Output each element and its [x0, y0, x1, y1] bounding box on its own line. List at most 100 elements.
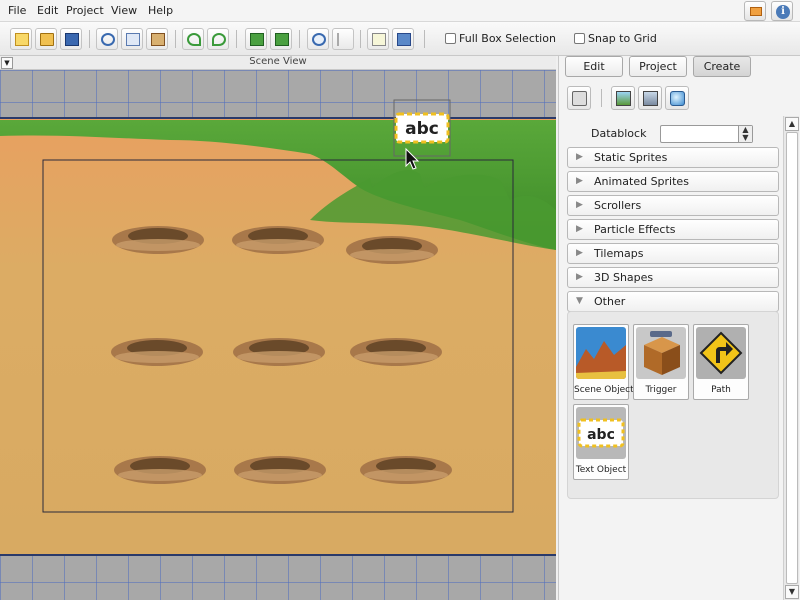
- scissors-icon: [101, 33, 115, 46]
- undo-button[interactable]: [182, 28, 204, 50]
- text-object-tile[interactable]: abc Text Object: [573, 404, 629, 480]
- tab-project[interactable]: Project: [629, 56, 687, 77]
- layer-up-icon: [250, 33, 264, 46]
- object-label: Path: [711, 385, 731, 395]
- image-icon: [616, 91, 631, 106]
- full-box-selection-checkbox[interactable]: [445, 33, 456, 44]
- toolbar-separator: [299, 30, 300, 48]
- create-material-button[interactable]: [665, 86, 689, 110]
- undo-icon: [187, 33, 201, 46]
- open-button[interactable]: [35, 28, 57, 50]
- info-icon: i: [776, 5, 790, 19]
- screen-settings-button[interactable]: [392, 28, 414, 50]
- category-3d-shapes[interactable]: ▶ 3D Shapes: [567, 267, 779, 288]
- category-label: 3D Shapes: [594, 271, 654, 284]
- edit-icon: [372, 33, 386, 46]
- mail-icon: [750, 7, 762, 16]
- scene-object-svg: [576, 327, 626, 379]
- path-sign-diamond: [699, 331, 743, 375]
- toolbar-separator: [360, 30, 361, 48]
- category-label: Static Sprites: [594, 151, 668, 164]
- collapse-arrow-icon: ▼: [576, 296, 583, 306]
- menu-file[interactable]: File: [8, 4, 26, 17]
- datablock-select[interactable]: ▲ ▼: [660, 125, 753, 143]
- image-map-icon: [643, 91, 658, 106]
- placed-text-object[interactable]: abc: [405, 119, 439, 139]
- text-object-sample: abc: [587, 427, 615, 443]
- path-tile[interactable]: Path: [693, 324, 749, 400]
- new-file-icon: [15, 33, 29, 46]
- new-scene-button[interactable]: [10, 28, 32, 50]
- scene-svg: abc: [0, 99, 556, 556]
- scroll-down-arrow-icon[interactable]: ▼: [785, 585, 799, 599]
- scene-view-title: Scene View: [249, 56, 307, 67]
- dirt-mound: [360, 456, 452, 484]
- paste-icon: [151, 33, 165, 46]
- path-sign-svg: [699, 331, 743, 375]
- category-tilemaps[interactable]: ▶ Tilemaps: [567, 243, 779, 264]
- menu-view[interactable]: View: [111, 4, 137, 17]
- snap-to-grid-checkbox[interactable]: [574, 33, 585, 44]
- edit-object-button[interactable]: [367, 28, 389, 50]
- trigger-tile[interactable]: Trigger: [633, 324, 689, 400]
- dirt-mound: [233, 338, 325, 366]
- category-label: Animated Sprites: [594, 175, 689, 188]
- text-object-svg: abc: [577, 418, 625, 448]
- dirt-mound: [350, 338, 442, 366]
- save-button[interactable]: [60, 28, 82, 50]
- bring-forward-button[interactable]: [245, 28, 267, 50]
- panel-scrollbar[interactable]: ▲ ▼: [783, 116, 799, 600]
- menu-edit[interactable]: Edit: [37, 4, 58, 17]
- open-folder-icon: [40, 33, 54, 46]
- create-image-button[interactable]: [611, 86, 635, 110]
- trigger-icon: [636, 327, 686, 379]
- object-label: Scene Object: [574, 385, 634, 395]
- tab-create[interactable]: Create: [693, 56, 751, 77]
- scene-object-icon: [576, 327, 626, 379]
- tab-edit[interactable]: Edit: [565, 56, 623, 77]
- category-other[interactable]: ▼ Other: [567, 291, 779, 312]
- expand-arrow-icon: ▶: [576, 200, 583, 210]
- menu-project[interactable]: Project: [66, 4, 104, 17]
- scroll-up-arrow-icon[interactable]: ▲: [785, 117, 799, 131]
- scene-view-canvas[interactable]: abc: [0, 70, 556, 600]
- dirt-mound: [114, 456, 206, 484]
- toolbar: Full Box Selection Snap to Grid: [0, 22, 800, 56]
- category-label: Scrollers: [594, 199, 642, 212]
- text-object-icon: abc: [576, 407, 626, 459]
- object-label: Text Object: [575, 465, 627, 475]
- messages-button[interactable]: [744, 1, 766, 21]
- material-icon: [670, 91, 685, 106]
- cursor-icon: [337, 33, 351, 46]
- copy-button[interactable]: [121, 28, 143, 50]
- select-tool-button[interactable]: [332, 28, 354, 50]
- about-button[interactable]: i: [771, 1, 793, 21]
- toolbar-separator: [89, 30, 90, 48]
- expand-arrow-icon: ▶: [576, 272, 583, 282]
- trigger-plunger: [650, 331, 672, 337]
- category-scrollers[interactable]: ▶ Scrollers: [567, 195, 779, 216]
- category-particle-effects[interactable]: ▶ Particle Effects: [567, 219, 779, 240]
- create-image-map-button[interactable]: [638, 86, 662, 110]
- full-box-selection-label: Full Box Selection: [459, 32, 556, 45]
- scene-object-tile[interactable]: Scene Object: [573, 324, 634, 400]
- toolbar-separator: [236, 30, 237, 48]
- menu-help[interactable]: Help: [148, 4, 173, 17]
- dirt-mound: [112, 226, 204, 254]
- create-3d-button[interactable]: [567, 86, 591, 110]
- redo-button[interactable]: [207, 28, 229, 50]
- copy-icon: [126, 33, 140, 46]
- category-static-sprites[interactable]: ▶ Static Sprites: [567, 147, 779, 168]
- paste-button[interactable]: [146, 28, 168, 50]
- send-backward-button[interactable]: [270, 28, 292, 50]
- cut-button[interactable]: [96, 28, 118, 50]
- category-animated-sprites[interactable]: ▶ Animated Sprites: [567, 171, 779, 192]
- play-button[interactable]: [307, 28, 329, 50]
- category-label: Tilemaps: [594, 247, 644, 260]
- layer-down-icon: [275, 33, 289, 46]
- object-label: Trigger: [645, 385, 677, 395]
- scrollbar-thumb[interactable]: [786, 132, 798, 584]
- expand-arrow-icon: ▶: [576, 224, 583, 234]
- screen-icon: [397, 33, 411, 46]
- scene-view-header: ▼ Scene View: [0, 56, 556, 70]
